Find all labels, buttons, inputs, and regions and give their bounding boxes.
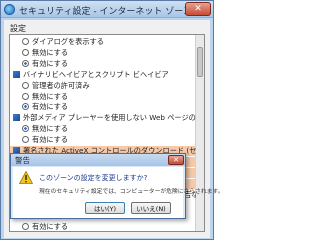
dialog-question: このゾーンの設定を変更しますか? [39, 174, 148, 182]
setting-category-icon [13, 70, 20, 78]
window-title: セキュリティ設定 - インターネット ゾーン [19, 7, 192, 17]
setting-section: バイナリビヘイビアとスクリプト ビヘイビア [10, 70, 196, 80]
setting-option[interactable]: 無効にする [10, 92, 196, 102]
setting-option[interactable]: 無効にする [10, 48, 196, 58]
vertical-scrollbar[interactable] [195, 35, 204, 231]
radio-button-icon[interactable] [22, 92, 29, 100]
warning-dialog: 警告 ✕ このゾーンの設定を変更しますか? 現在のセキュリティ設定では、コンピュ… [10, 153, 223, 219]
close-button[interactable]: ✕ [185, 2, 211, 16]
setting-label: 無効にする [32, 124, 69, 134]
setting-option[interactable]: 有効にする [10, 59, 196, 69]
title-bar[interactable]: セキュリティ設定 - インターネット ゾーン ✕ [1, 1, 213, 18]
setting-option[interactable]: 有効にする [10, 135, 196, 145]
radio-button-icon[interactable] [22, 48, 29, 56]
setting-option[interactable]: ダイアログを表示する [10, 37, 196, 47]
dialog-body: このゾーンの設定を変更しますか? 現在のセキュリティ設定では、コンピューターが危… [13, 167, 223, 218]
setting-option[interactable]: 無効にする [10, 124, 196, 134]
setting-category-icon [13, 114, 20, 122]
setting-label: 無効にする [32, 91, 69, 101]
radio-button-icon[interactable] [22, 136, 29, 144]
dialog-title-bar[interactable]: 警告 ✕ [11, 154, 185, 166]
no-button[interactable]: いいえ(N) [131, 202, 171, 214]
warning-icon [19, 171, 33, 184]
setting-label: 管理者の許可済み [32, 80, 90, 90]
setting-label: バイナリビヘイビアとスクリプト ビヘイビア [23, 69, 169, 79]
radio-button-icon[interactable] [22, 125, 29, 133]
scroll-thumb[interactable] [197, 47, 203, 77]
settings-label: 設定 [10, 24, 26, 33]
radio-button-icon[interactable] [22, 223, 29, 231]
setting-option[interactable]: 管理者の許可済み [10, 81, 196, 91]
yes-button[interactable]: はい(Y) [85, 202, 125, 214]
dialog-detail: 現在のセキュリティ設定では、コンピューターが危険にさらされます。 [39, 189, 224, 195]
radio-button-icon[interactable] [22, 59, 29, 67]
setting-label: 有効にする [32, 222, 69, 232]
dialog-title: 警告 [15, 156, 30, 165]
security-shield-icon [4, 4, 15, 15]
setting-label: 外部メディア プレーヤーを使用しない Web ページのビデオやアニメーションを [23, 113, 196, 123]
setting-label: ダイアログを表示する [32, 37, 104, 46]
setting-option[interactable]: 有効にする [10, 102, 196, 112]
radio-button-icon[interactable] [22, 103, 29, 111]
setting-section: 外部メディア プレーヤーを使用しない Web ページのビデオやアニメーションを [10, 113, 196, 123]
setting-label: 有効にする [32, 58, 69, 68]
radio-button-icon[interactable] [22, 38, 29, 45]
radio-button-icon[interactable] [22, 81, 29, 89]
setting-label: 有効にする [32, 102, 69, 112]
setting-label: 有効にする [32, 135, 69, 145]
security-settings-window: セキュリティ設定 - インターネット ゾーン ✕ 設定 ダイアログを表示する 無効… [0, 0, 223, 240]
setting-label: 無効にする [32, 47, 69, 57]
setting-option[interactable]: 有効にする [10, 222, 196, 232]
dialog-close-button[interactable]: ✕ [168, 155, 184, 165]
